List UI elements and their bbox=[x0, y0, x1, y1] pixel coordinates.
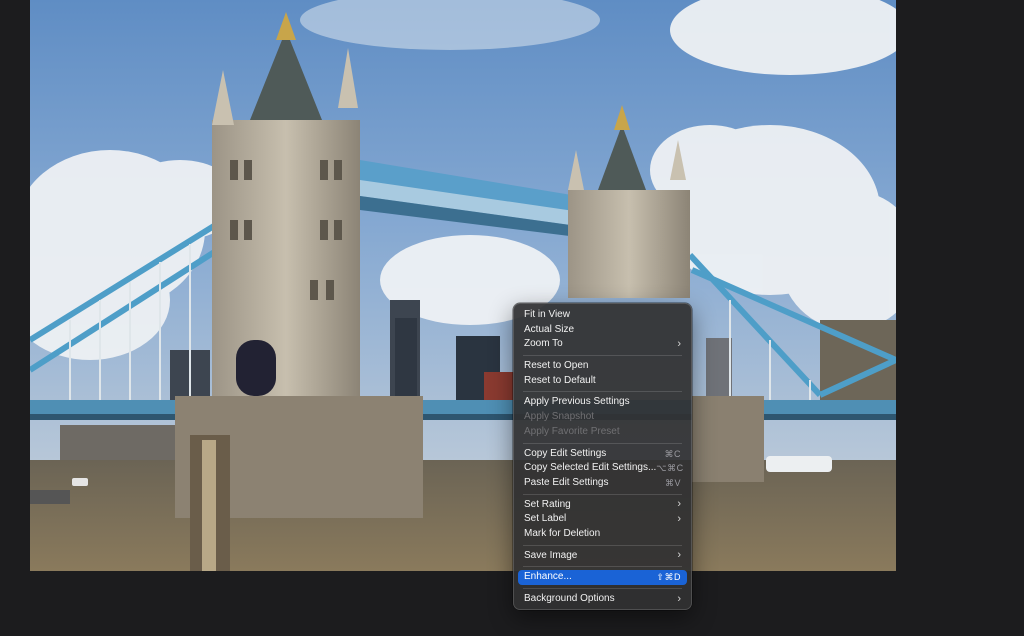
menu-item-label: Set Label bbox=[524, 513, 567, 525]
menu-separator bbox=[523, 544, 682, 546]
menu-item-label: Paste Edit Settings bbox=[524, 476, 609, 488]
menu-item-fit-in-view[interactable]: Fit in View bbox=[518, 308, 687, 323]
menu-item-apply-snapshot: Apply Snapshot bbox=[518, 410, 687, 425]
menu-item-label: Copy Edit Settings bbox=[524, 447, 607, 459]
tower-bridge-photo bbox=[30, 0, 896, 571]
menu-item-reset-to-default[interactable]: Reset to Default bbox=[518, 374, 687, 389]
menu-item-paste-edit-settings[interactable]: Paste Edit Settings ⌘V bbox=[518, 476, 687, 491]
shortcut-label: ⌘C bbox=[664, 448, 681, 459]
shortcut-label: ⇧⌘D bbox=[656, 572, 681, 583]
menu-item-apply-favorite-preset: Apply Favorite Preset bbox=[518, 425, 687, 440]
menu-item-label: Reset to Open bbox=[524, 360, 589, 372]
menu-item-zoom-to[interactable]: Zoom To › bbox=[518, 337, 687, 352]
barge bbox=[30, 490, 70, 504]
menu-item-set-label[interactable]: Set Label › bbox=[518, 512, 687, 527]
menu-item-label: Background Options bbox=[524, 593, 615, 604]
menu-separator bbox=[523, 442, 682, 444]
menu-separator bbox=[523, 391, 682, 393]
menu-separator bbox=[523, 566, 682, 568]
chevron-right-icon: › bbox=[677, 592, 681, 605]
photo-canvas[interactable] bbox=[30, 0, 896, 571]
menu-item-label: Reset to Default bbox=[524, 374, 596, 386]
menu-item-label: Save Image bbox=[524, 549, 578, 561]
chevron-right-icon: › bbox=[677, 549, 681, 562]
menu-item-label: Mark for Deletion bbox=[524, 527, 601, 539]
menu-item-mark-for-deletion[interactable]: Mark for Deletion bbox=[518, 527, 687, 542]
menu-item-label: Apply Snapshot bbox=[524, 411, 595, 423]
shortcut-label: ⌥⌘C bbox=[656, 463, 684, 474]
menu-item-background-options[interactable]: Background Options › bbox=[518, 592, 687, 607]
tour-boat bbox=[766, 456, 832, 472]
menu-item-label: Apply Previous Settings bbox=[524, 396, 630, 408]
chevron-right-icon: › bbox=[677, 513, 681, 526]
menu-item-label: Enhance... bbox=[524, 571, 572, 583]
menu-item-label: Set Rating bbox=[524, 498, 571, 510]
menu-item-label: Copy Selected Edit Settings... bbox=[524, 462, 657, 474]
menu-item-label: Fit in View bbox=[524, 309, 570, 320]
menu-item-apply-previous-settings[interactable]: Apply Previous Settings bbox=[518, 395, 687, 410]
chevron-right-icon: › bbox=[677, 338, 681, 351]
chevron-right-icon: › bbox=[677, 498, 681, 511]
menu-item-label: Zoom To bbox=[524, 338, 563, 350]
menu-item-actual-size[interactable]: Actual Size bbox=[518, 323, 687, 338]
menu-item-save-image[interactable]: Save Image › bbox=[518, 549, 687, 564]
menu-separator bbox=[523, 355, 682, 357]
context-menu: Fit in View Actual Size Zoom To › Reset … bbox=[513, 303, 692, 610]
menu-item-reset-to-open[interactable]: Reset to Open bbox=[518, 359, 687, 374]
menu-item-copy-edit-settings[interactable]: Copy Edit Settings ⌘C bbox=[518, 447, 687, 462]
menu-separator bbox=[523, 588, 682, 589]
menu-item-label: Actual Size bbox=[524, 323, 575, 335]
menu-separator bbox=[523, 493, 682, 495]
shortcut-label: ⌘V bbox=[664, 477, 681, 488]
menu-item-set-rating[interactable]: Set Rating › bbox=[518, 498, 687, 513]
menu-item-copy-selected-edit-settings[interactable]: Copy Selected Edit Settings... ⌥⌘C bbox=[518, 461, 687, 476]
road-deck bbox=[30, 400, 896, 416]
menu-item-label: Apply Favorite Preset bbox=[524, 425, 620, 437]
menu-item-enhance[interactable]: Enhance... ⇧⌘D bbox=[518, 570, 687, 585]
